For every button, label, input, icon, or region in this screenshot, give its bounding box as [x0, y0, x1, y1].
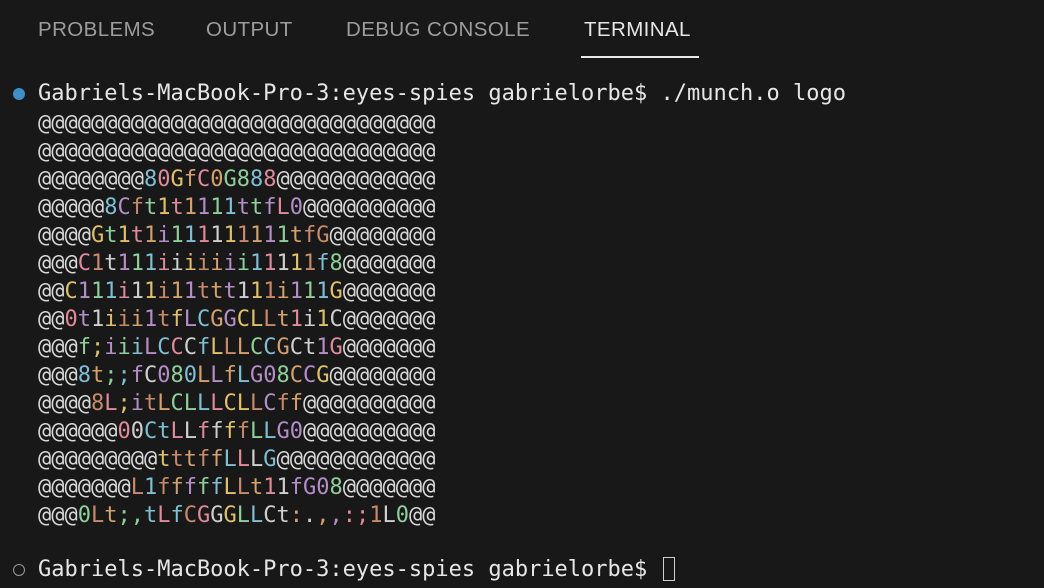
- output-line: @@@@Gt1t1i111111111tfG@@@@@@@@: [38, 223, 436, 248]
- tab-terminal[interactable]: TERMINAL: [584, 18, 691, 42]
- circle-filled-icon[interactable]: [13, 88, 25, 100]
- command-line: Gabriels-MacBook-Pro-3:eyes-spies gabrie…: [38, 81, 846, 106]
- output-line: @@@@@@@@@@@@@@@@@@@@@@@@@@@@@@: [38, 111, 436, 136]
- output-line: @@@@@@@@80GfC0G888@@@@@@@@@@@@: [38, 167, 436, 192]
- output-line: @@@@@@00CtLLffffLLG0@@@@@@@@@@: [38, 419, 436, 444]
- active-tab-indicator: [581, 56, 699, 58]
- output-line: @@@@@8Cft1t1111ttfL0@@@@@@@@@@: [38, 195, 436, 220]
- prompt-text: Gabriels-MacBook-Pro-3:eyes-spies gabrie…: [38, 557, 661, 582]
- output-line: @@@@@@@@@tttffLLLG@@@@@@@@@@@@: [38, 447, 436, 472]
- current-prompt-line[interactable]: Gabriels-MacBook-Pro-3:eyes-spies gabrie…: [38, 556, 675, 584]
- output-line: @@@@@@@@@@@@@@@@@@@@@@@@@@@@@@: [38, 139, 436, 164]
- tab-output[interactable]: OUTPUT: [206, 18, 293, 42]
- tab-problems[interactable]: PROBLEMS: [38, 18, 155, 42]
- output-line: @@@C1t111iiiiiii11111f8@@@@@@@: [38, 251, 436, 276]
- tab-debug-console[interactable]: DEBUG CONSOLE: [346, 18, 530, 42]
- output-line: @@@f;iiiLCCCfLLLCCGCt1G@@@@@@@: [38, 335, 436, 360]
- output-line: @@C111i11i11ttt111i111G@@@@@@@: [38, 279, 436, 304]
- circle-outline-icon[interactable]: [13, 564, 25, 576]
- output-line: @@@0Lt;,tLfCGGGLLCt:.,,:;1L0@@: [38, 503, 436, 528]
- output-line: @@@@@@@L1fffffLLt11fG08@@@@@@@: [38, 475, 436, 500]
- panel-tab-bar: PROBLEMS OUTPUT DEBUG CONSOLE TERMINAL: [0, 0, 1044, 62]
- ascii-art-output: @@@@@@@@@@@@@@@@@@@@@@@@@@@@@@ @@@@@@@@@@…: [38, 110, 436, 530]
- terminal-body[interactable]: Gabriels-MacBook-Pro-3:eyes-spies gabrie…: [0, 62, 1044, 588]
- block-cursor-icon: [662, 557, 675, 581]
- output-line: @@@8t;;fC080LLfLG08CCG@@@@@@@@: [38, 363, 436, 388]
- output-line: @@@@8L;itLCLLLCLLCff@@@@@@@@@@: [38, 391, 436, 416]
- output-line: @@0t1iii1tfLCGGCLLt1i1C@@@@@@@: [38, 307, 436, 332]
- terminal-panel: PROBLEMS OUTPUT DEBUG CONSOLE TERMINAL G…: [0, 0, 1044, 588]
